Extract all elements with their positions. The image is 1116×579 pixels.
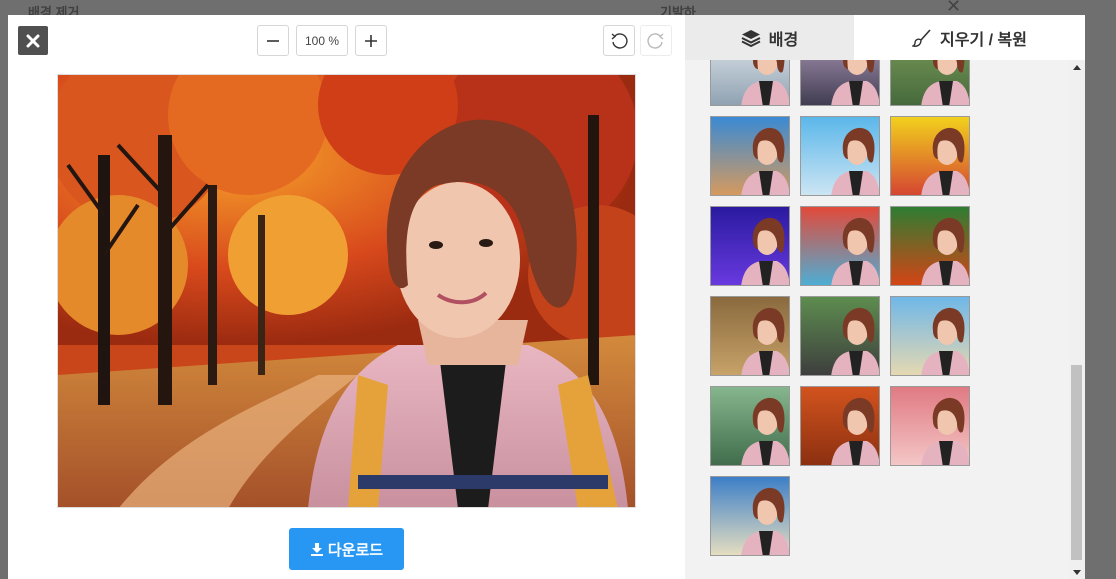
background-thumbnail-forest-road[interactable] xyxy=(800,296,880,376)
background-thumbnail-grid xyxy=(685,60,1069,579)
tab-erase-restore[interactable]: 지우기 / 복원 xyxy=(854,15,1085,60)
background-thumbnail-palm-beach[interactable] xyxy=(890,296,970,376)
scrollbar-thumb[interactable] xyxy=(1071,365,1082,560)
scroll-up-arrow-icon[interactable] xyxy=(1073,65,1081,70)
background-thumbnail-purple-lights[interactable] xyxy=(710,206,790,286)
redo-button[interactable] xyxy=(640,25,672,56)
minus-icon xyxy=(267,39,279,42)
editor-modal: 100 % 다운로드 배경 지우기 / 복원 xyxy=(8,15,1085,579)
panel-tabs: 배경 지우기 / 복원 xyxy=(685,15,1085,60)
background-thumbnail-snow-mountain[interactable] xyxy=(710,60,790,106)
background-thumbnail-rainbow-stripes[interactable] xyxy=(890,116,970,196)
side-panel: 배경 지우기 / 복원 xyxy=(685,15,1085,579)
undo-icon xyxy=(611,32,628,49)
background-thumbnail-graffiti[interactable] xyxy=(800,206,880,286)
background-thumbnail-autumn-forest[interactable] xyxy=(800,386,880,466)
plus-icon xyxy=(365,34,377,47)
tab-background[interactable]: 배경 xyxy=(685,15,854,60)
background-thumbnail-purple-mountain[interactable] xyxy=(800,60,880,106)
brush-icon xyxy=(912,28,931,47)
zoom-out-button[interactable] xyxy=(257,25,289,56)
close-icon xyxy=(26,34,40,47)
background-thumbnail-garden-path[interactable] xyxy=(890,60,970,106)
close-button[interactable] xyxy=(18,26,48,55)
download-icon xyxy=(310,543,323,556)
scrollbar[interactable] xyxy=(1069,60,1085,579)
background-thumbnail-wooden-cabin[interactable] xyxy=(710,296,790,376)
scroll-down-arrow-icon[interactable] xyxy=(1073,570,1081,575)
zoom-level: 100 % xyxy=(296,25,348,56)
download-button[interactable]: 다운로드 xyxy=(289,528,404,570)
tab-background-label: 배경 xyxy=(768,31,799,49)
background-thumbnail-tropical-beach[interactable] xyxy=(710,476,790,556)
zoom-controls: 100 % xyxy=(257,25,387,56)
background-thumbnail-bokeh-pink[interactable] xyxy=(890,386,970,466)
background-thumbnail-color-stripes[interactable] xyxy=(890,206,970,286)
zoom-in-button[interactable] xyxy=(355,25,387,56)
history-controls xyxy=(603,25,672,56)
download-label: 다운로드 xyxy=(327,541,384,559)
undo-button[interactable] xyxy=(603,25,635,56)
redo-icon xyxy=(647,32,664,49)
background-thumbnail-lake-pavilion[interactable] xyxy=(710,386,790,466)
tab-erase-label: 지우기 / 복원 xyxy=(940,31,1027,49)
layers-icon xyxy=(741,29,761,47)
background-thumbnail-city-skyline[interactable] xyxy=(710,116,790,196)
photo-preview xyxy=(58,75,635,507)
background-thumbnail-blue-sky-city[interactable] xyxy=(800,116,880,196)
edited-photo xyxy=(57,74,636,508)
